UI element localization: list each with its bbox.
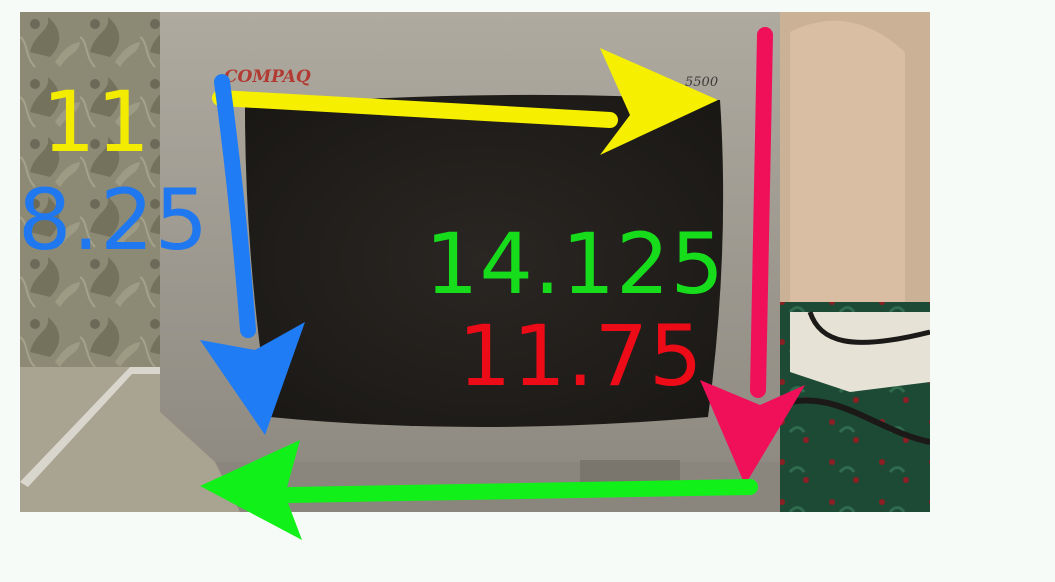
yellow-arrow xyxy=(212,48,718,155)
measurement-label-green: 14.125 xyxy=(425,215,725,313)
measurement-label-yellow: 11 xyxy=(42,73,151,171)
green-arrow xyxy=(200,440,758,540)
measurement-label-blue: 8.25 xyxy=(18,171,210,269)
blue-arrow xyxy=(200,74,305,435)
measurement-label-red: 11.75 xyxy=(458,307,704,405)
